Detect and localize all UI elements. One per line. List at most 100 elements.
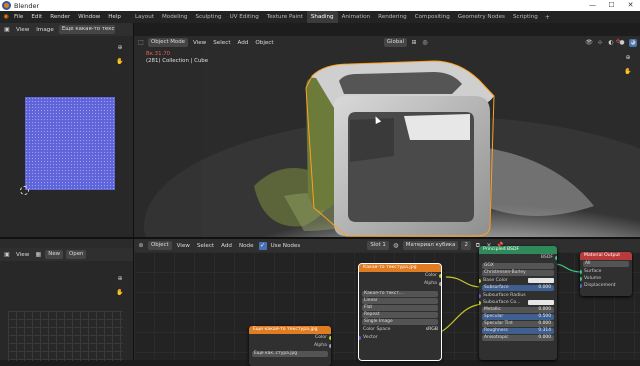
node-1-image-field[interactable]: Какая-то текст... <box>362 291 438 297</box>
output-displacement-input[interactable]: Displacement <box>580 282 632 289</box>
node-1-alpha-output[interactable]: Alpha <box>359 280 441 288</box>
menu-edit[interactable]: Edit <box>27 11 46 23</box>
node-add-menu[interactable]: Add <box>219 240 234 252</box>
bsdf-subsurface-color-input[interactable]: Subsurface Co... <box>479 299 557 306</box>
bsdf-specular-tint-field[interactable]: Specular Tint 0.000 <box>482 321 554 327</box>
viewport-object-menu[interactable]: Object <box>253 37 275 49</box>
left-bottom-header <box>0 239 133 248</box>
proportional-edit-icon[interactable]: ◎ <box>421 39 429 47</box>
tab-sculpting[interactable]: Sculpting <box>191 11 225 23</box>
left-hand-icon[interactable]: ✋ <box>116 289 124 297</box>
bsdf-distribution-dropdown[interactable]: GGX <box>482 263 554 269</box>
viewport-add-menu[interactable]: Add <box>236 37 251 49</box>
browse-image-icon[interactable]: ▦ <box>34 251 42 259</box>
image-texture-node-1[interactable]: Какая-то текстура.jpg Color Alpha Какая-… <box>358 263 442 361</box>
material-slot-dropdown[interactable]: Slot 1 <box>367 241 389 250</box>
node-1-projection-dropdown[interactable]: Flat <box>362 305 438 311</box>
top-menubar: ◉ File Edit Render Window Help Layout Mo… <box>0 11 640 23</box>
image-name-field[interactable]: Еще какая-то текст <box>58 25 115 34</box>
viewport-view-menu[interactable]: View <box>191 37 208 49</box>
material-name-field[interactable]: Материал кубика <box>402 241 459 250</box>
image-texture-node-2[interactable]: Еще какая-то текстура.jpg Color Alpha Ещ… <box>249 326 331 366</box>
node-node-menu[interactable]: Node <box>237 240 256 252</box>
bsdf-base-color-input[interactable]: Base Color <box>479 277 557 284</box>
bsdf-roughness-field[interactable]: Roughness 0.314 <box>482 328 554 334</box>
editor-type-icon[interactable]: ▣ <box>3 26 11 34</box>
left-zoom-icon[interactable]: ⊕ <box>116 275 124 283</box>
image-image-menu[interactable]: Image <box>34 24 56 36</box>
node-2-color-output[interactable]: Color <box>249 334 331 342</box>
add-workspace-button[interactable]: + <box>542 14 553 21</box>
tab-compositing[interactable]: Compositing <box>411 11 454 23</box>
bsdf-subsurface-radius-input[interactable]: Subsurface Radius <box>479 292 557 299</box>
node-editor-type-icon[interactable]: ⊚ <box>137 242 145 250</box>
3d-viewport[interactable]: ⬚ Object Mode View Select Add Object Glo… <box>134 36 640 237</box>
gizmo-icon[interactable]: ⊹ <box>596 39 604 47</box>
node-2-image-field[interactable]: Еще как..стура.jpg <box>252 351 328 357</box>
2d-cursor-icon[interactable] <box>20 186 29 195</box>
menu-render[interactable]: Render <box>46 11 74 23</box>
blender-menu-icon[interactable]: ◉ <box>2 13 10 21</box>
tab-layout[interactable]: Layout <box>131 11 158 23</box>
visibility-icon[interactable]: 👁 <box>585 39 593 47</box>
tab-uv-editing[interactable]: UV Editing <box>226 11 263 23</box>
node-1-interpolation-dropdown[interactable]: Linear <box>362 298 438 304</box>
tab-animation[interactable]: Animation <box>338 11 375 23</box>
tab-shading[interactable]: Shading <box>306 11 338 23</box>
bsdf-subsurface-field[interactable]: Subsurface 0.000 <box>482 285 554 291</box>
tab-modeling[interactable]: Modeling <box>158 11 191 23</box>
zoom-icon[interactable]: ⊕ <box>116 44 124 52</box>
transform-orientation-dropdown[interactable]: Global <box>383 38 407 47</box>
use-nodes-checkbox[interactable]: ✓ <box>258 241 267 250</box>
viewport-zoom-icon[interactable]: ⊕ <box>624 54 632 62</box>
node-editor-canvas[interactable]: ⊕ ✋ Какая-то текстура.jpg Color Alpha Ка… <box>134 246 640 366</box>
bsdf-subsurface-method-dropdown[interactable]: Christensen-Burley <box>482 270 554 276</box>
open-image-button[interactable]: Open <box>66 250 87 259</box>
tab-geometry-nodes[interactable]: Geometry Nodes <box>454 11 509 23</box>
output-surface-input[interactable]: Surface <box>580 268 632 275</box>
object-mode-dropdown[interactable]: Object Mode <box>148 38 188 47</box>
maximize-button[interactable]: ☐ <box>602 0 621 11</box>
principled-bsdf-node[interactable]: Principled BSDF BSDF GGX Christensen-Bur… <box>479 246 557 360</box>
close-button[interactable]: ✕ <box>621 0 640 11</box>
bsdf-anisotropic-field[interactable]: Anisotropic 0.000 <box>482 335 554 341</box>
menu-help[interactable]: Help <box>104 11 125 23</box>
image-view-menu[interactable]: View <box>14 24 31 36</box>
node-1-extension-dropdown[interactable]: Repeat <box>362 312 438 318</box>
node-1-source-dropdown[interactable]: Single Image <box>362 319 438 325</box>
node-select-menu[interactable]: Select <box>195 240 216 252</box>
output-target-dropdown[interactable]: All <box>583 261 629 267</box>
use-nodes-label: Use Nodes <box>270 242 301 249</box>
snap-icon[interactable]: ⊞ <box>410 39 418 47</box>
tab-texture-paint[interactable]: Texture Paint <box>263 11 307 23</box>
node-view-menu[interactable]: View <box>175 240 192 252</box>
hand-icon[interactable]: ✋ <box>116 58 124 66</box>
viewport-editor-type-icon[interactable]: ⬚ <box>137 39 145 47</box>
viewport-pan-icon[interactable]: ✋ <box>624 68 632 76</box>
material-output-node[interactable]: Material Output All Surface Volume Displ… <box>580 252 632 296</box>
navigation-gizmo-icon[interactable]: ✣ <box>614 38 622 46</box>
node-editor-header: ⊚ Object View Select Add Node ✓ Use Node… <box>134 239 640 252</box>
left-editor-type-icon[interactable]: ▣ <box>3 251 11 259</box>
bsdf-output[interactable]: BSDF <box>479 254 557 262</box>
output-volume-input[interactable]: Volume <box>580 275 632 282</box>
bsdf-specular-field[interactable]: Specular 0.500 <box>482 314 554 320</box>
menu-window[interactable]: Window <box>74 11 104 23</box>
menu-file[interactable]: File <box>10 11 27 23</box>
material-users-count[interactable]: 2 <box>461 241 471 250</box>
node-2-alpha-output[interactable]: Alpha <box>249 342 331 350</box>
bsdf-metallic-field[interactable]: Metallic 0.000 <box>482 307 554 313</box>
tab-scripting[interactable]: Scripting <box>509 11 542 23</box>
shader-type-dropdown[interactable]: Object <box>148 241 172 250</box>
node-1-colorspace-row[interactable]: Color Space sRGB <box>359 326 441 334</box>
viewport-select-menu[interactable]: Select <box>211 37 232 49</box>
material-browse-icon[interactable]: ◍ <box>392 242 400 250</box>
node-1-color-output[interactable]: Color <box>359 272 441 280</box>
tab-rendering[interactable]: Rendering <box>374 11 411 23</box>
new-image-button[interactable]: New <box>45 250 64 259</box>
minimize-button[interactable]: — <box>583 0 602 11</box>
navigation-gizmo-column: ✣ ⊕ ✋ <box>612 36 640 237</box>
left-bottom-editor[interactable]: ⊕ ✋ <box>0 261 133 361</box>
node-1-vector-input[interactable]: Vector <box>359 334 441 342</box>
left-view-menu[interactable]: View <box>14 249 31 261</box>
